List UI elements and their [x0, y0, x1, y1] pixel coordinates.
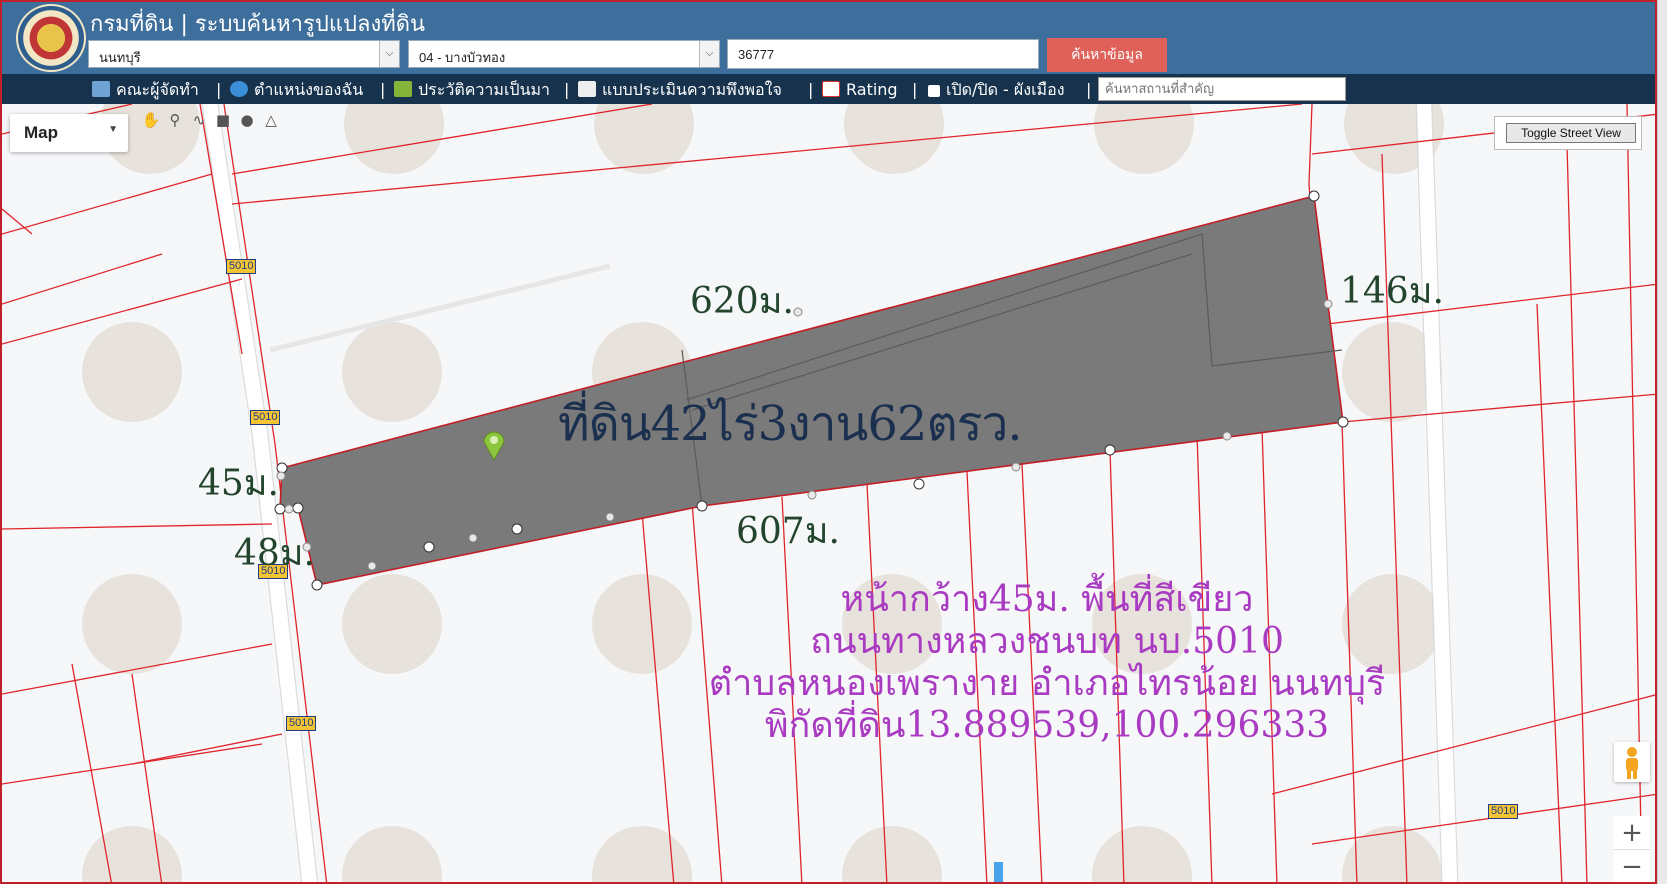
scrollbar-strip[interactable] [1657, 0, 1667, 884]
app-title: กรมที่ดิน | ระบบค้นหารูปแปลงที่ดิน [90, 12, 426, 37]
marker-tool-icon[interactable]: ⚲ [164, 108, 186, 132]
chevron-down-icon: ⌵ [379, 41, 399, 67]
nav-separator: | [216, 80, 222, 99]
chevron-down-icon: ⌵ [699, 41, 719, 67]
place-search-input[interactable] [1098, 77, 1346, 101]
nav-item-my-location[interactable]: ตำแหน่งของฉัน [230, 79, 363, 101]
edge-label-right: 146ม. [1340, 271, 1444, 312]
nav-separator: | [808, 80, 814, 99]
nav-item-label: คณะผู้จัดทำ [116, 80, 199, 99]
map-type-value: Map [24, 123, 58, 142]
nav-item-zoning-toggle[interactable]: เปิด/ปิด - ผังเมือง [928, 79, 1065, 101]
info-line-coordinates: พิกัดที่ดิน13.889539,100.296333 [764, 705, 1330, 746]
nav-item-label: แบบประเมินความพึงพอใจ [602, 80, 782, 99]
sprout-icon [394, 81, 412, 97]
header-bar: กรมที่ดิน | ระบบค้นหารูปแปลงที่ดิน นนทบุ… [2, 2, 1655, 74]
edge-label-bottom: 607ม. [736, 511, 840, 552]
nav-item-history[interactable]: ประวัติความเป็นมา [394, 79, 550, 101]
page: กรมที่ดิน | ระบบค้นหารูปแปลงที่ดิน นนทบุ… [0, 0, 1667, 884]
district-select-value: 04 - บางบัวทอง [419, 50, 506, 65]
memo-icon [578, 81, 596, 97]
checkbox-icon[interactable] [928, 85, 940, 97]
toggle-street-view-button[interactable]: Toggle Street View [1506, 123, 1636, 143]
nav-item-label: Rating [846, 80, 898, 99]
zoom-out-button[interactable]: − [1614, 850, 1650, 882]
road-shield: 5010 [226, 259, 257, 274]
nav-separator: | [1086, 80, 1092, 99]
rectangle-tool-icon[interactable]: ■ [212, 108, 234, 132]
road-shield: 5010 [250, 410, 281, 425]
zoom-in-button[interactable]: + [1614, 816, 1650, 850]
nav-separator: | [380, 80, 386, 99]
nav-item-survey[interactable]: แบบประเมินความพึงพอใจ [578, 79, 782, 101]
polyline-tool-icon[interactable]: ∿ [188, 108, 210, 132]
polygon-tool-icon[interactable]: △ [260, 108, 282, 132]
search-button[interactable]: ค้นหาข้อมูล [1047, 38, 1167, 72]
road-shield: 5010 [286, 716, 317, 731]
nav-item-label: ประวัติความเป็นมา [418, 80, 551, 99]
edge-label-top: 620ม. [690, 281, 794, 322]
edge-label-left: 45ม. [198, 463, 279, 504]
nav-separator: | [564, 80, 570, 99]
chart-icon [822, 81, 840, 97]
nav-item-team[interactable]: คณะผู้จัดทำ [92, 79, 199, 101]
nav-bar: คณะผู้จัดทำ | ตำแหน่งของฉัน | ประวัติควา… [2, 74, 1655, 104]
nav-item-rating[interactable]: Rating [822, 79, 898, 101]
hand-icon[interactable]: ✋ [140, 108, 162, 132]
area-label: ที่ดิน42ไร่3งาน62ตรว. [558, 396, 1023, 452]
edge-label-bottom-left: 48ม. [234, 533, 315, 574]
pegman-icon[interactable] [1614, 742, 1650, 782]
globe-icon [230, 81, 248, 97]
circle-tool-icon[interactable]: ● [236, 108, 258, 132]
pegman-figure [1626, 747, 1638, 779]
map-type-select[interactable]: Map ▼ [10, 114, 128, 152]
gift-icon [92, 81, 110, 97]
nav-item-label: ตำแหน่งของฉัน [254, 80, 364, 99]
province-select[interactable]: นนทบุรี ⌵ [88, 40, 400, 68]
nav-item-label: เปิด/ปิด - ผังเมือง [946, 80, 1065, 99]
district-select[interactable]: 04 - บางบัวทอง ⌵ [408, 40, 720, 68]
map-marker-strip [994, 862, 1003, 882]
caret-down-icon: ▼ [108, 124, 118, 135]
province-select-value: นนทบุรี [99, 50, 141, 65]
road-shield: 5010 [1488, 804, 1519, 819]
nav-separator: | [912, 80, 918, 99]
browser-viewport: กรมที่ดิน | ระบบค้นหารูปแปลงที่ดิน นนทบุ… [0, 0, 1657, 884]
department-logo [16, 4, 86, 72]
map-canvas[interactable]: 5010 5010 5010 5010 5010 620ม. 146ม. 45ม… [2, 104, 1655, 882]
parcel-number-input[interactable] [727, 39, 1039, 69]
